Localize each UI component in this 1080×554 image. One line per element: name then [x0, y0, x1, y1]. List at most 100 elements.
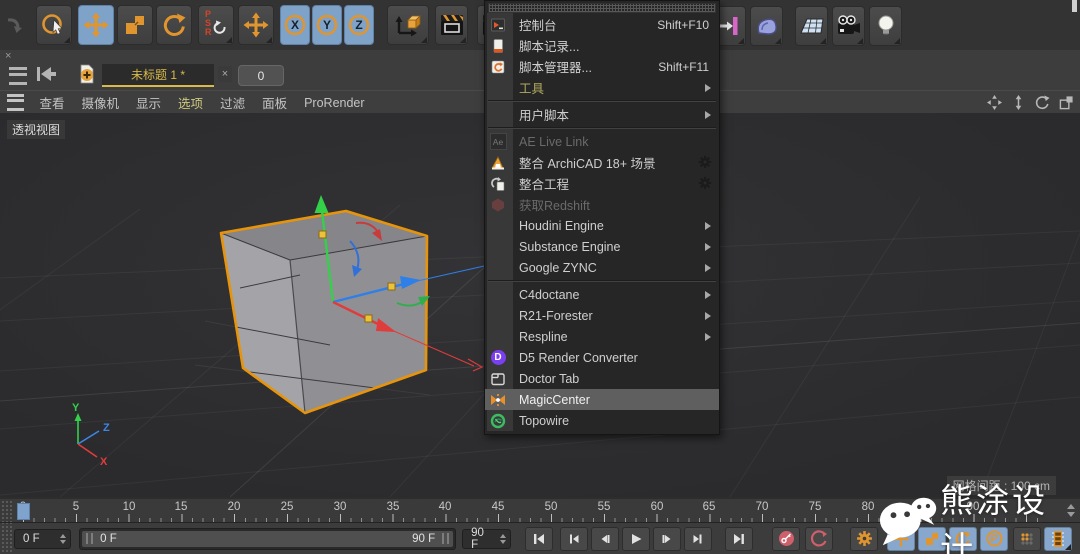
menu-display[interactable]: 显示 [136, 93, 161, 112]
frame-counter-field[interactable]: 0 [238, 65, 284, 86]
last-tool-move-button[interactable] [238, 5, 274, 45]
arrow-to-edge-icon [719, 17, 737, 35]
merge-project-icon [491, 176, 505, 191]
menu-item-c4doctane[interactable]: C4doctane [485, 284, 719, 305]
gear-icon [698, 176, 712, 190]
coordinate-system-button[interactable] [387, 5, 429, 45]
submenu-arrow-icon [705, 291, 711, 299]
submenu-arrow-icon [705, 243, 711, 251]
viewport-name-label: 透视视图 [7, 120, 66, 139]
back-arrow-button[interactable] [34, 64, 58, 89]
camera-button[interactable] [832, 6, 865, 46]
world-axis-triad: Y Z X [72, 402, 110, 468]
goto-start-button[interactable] [525, 526, 553, 551]
keying-settings-button[interactable] [850, 526, 878, 551]
rotate-tool-button[interactable] [156, 5, 192, 45]
floor-grid-icon [799, 18, 824, 34]
z-axis-lock-button[interactable]: Z [344, 5, 374, 45]
panel-close-button[interactable]: × [5, 50, 11, 62]
preview-range-slider[interactable]: 0 F 90 F [79, 527, 457, 550]
menu-item-magic-center[interactable]: MagicCenter [485, 389, 719, 410]
menu-item-script-manager[interactable]: 脚本管理器... Shift+F11 [485, 56, 719, 77]
menu-options[interactable]: 选项 [178, 93, 203, 112]
menu-item-ae-live-link[interactable]: Ae AE Live Link [485, 131, 719, 152]
record-key-icon [778, 531, 794, 546]
menu-view[interactable]: 查看 [40, 93, 65, 112]
svg-text:Z: Z [103, 422, 110, 434]
cube-object[interactable] [194, 209, 431, 415]
scale-tool-icon [126, 16, 144, 34]
render-view-button[interactable] [435, 5, 468, 45]
frame-spinner[interactable] [54, 533, 67, 544]
menu-item-archicad[interactable]: 整合 ArchiCAD 18+ 场景 [485, 152, 719, 173]
c4d-window: PSR X Y Z × 未标题 1 * × 0 查看 摄像机 显示 选项 过滤 … [0, 0, 1080, 554]
archicad-icon [491, 155, 504, 169]
previous-frame-button[interactable] [591, 526, 619, 551]
record-keyframe-button[interactable] [772, 526, 800, 551]
menu-item-d5-render-converter[interactable]: D D5 Render Converter [485, 347, 719, 368]
goto-end-icon [734, 533, 744, 544]
scale-tool-button[interactable] [117, 5, 153, 45]
menu-item-doctor-tab[interactable]: Doctor Tab [485, 368, 719, 389]
live-selection-button[interactable] [36, 5, 72, 45]
rotate-view-icon[interactable] [1035, 95, 1050, 110]
menu-tearoff-strip[interactable] [488, 3, 716, 13]
menu-item-topowire[interactable]: Topowire [485, 410, 719, 431]
menu-filter[interactable]: 过滤 [220, 93, 245, 112]
zoom-view-icon[interactable] [1011, 95, 1026, 110]
menu-item-substance-engine[interactable]: Substance Engine [485, 236, 719, 257]
rotate-tool-icon [163, 13, 186, 36]
menu-item-script-log[interactable]: 脚本记录... [485, 35, 719, 56]
watermark-text: 熊涂设计 [940, 482, 1049, 554]
menu-item-r21-forester[interactable]: R21-Forester [485, 305, 719, 326]
new-document-button[interactable] [76, 63, 98, 90]
menu-panel[interactable]: 面板 [262, 93, 287, 112]
floor-environment-button[interactable] [795, 6, 828, 46]
menu-item-google-zync[interactable]: Google ZYNC [485, 257, 719, 278]
menu-item-get-redshift[interactable]: 获取Redshift [485, 194, 719, 215]
menu-cameras[interactable]: 摄像机 [82, 93, 120, 112]
menu-item-merge-project[interactable]: 整合工程 [485, 173, 719, 194]
menu-item-houdini-engine[interactable]: Houdini Engine [485, 215, 719, 236]
timeline-grip[interactable] [0, 499, 12, 524]
next-key-button[interactable] [684, 526, 712, 551]
menu-item-respline[interactable]: Respline [485, 326, 719, 347]
ae-live-link-icon: Ae [489, 133, 507, 150]
menu-item-tools[interactable]: 工具 [485, 77, 719, 98]
range-bar[interactable]: 0 F 90 F [82, 530, 454, 547]
y-axis-lock-button[interactable]: Y [312, 5, 342, 45]
undo-button[interactable] [2, 5, 30, 45]
light-button[interactable] [869, 6, 902, 46]
menu-item-console[interactable]: 控制台 Shift+F10 [485, 14, 719, 35]
document-tab[interactable]: 未标题 1 * [102, 64, 214, 87]
viewport-menu-icon[interactable] [7, 94, 24, 111]
previous-key-button[interactable] [560, 526, 588, 551]
pan-view-icon[interactable] [987, 95, 1002, 110]
psr-keyframe-button[interactable]: PSR [198, 5, 234, 45]
current-frame-field[interactable]: 0 F [14, 528, 72, 549]
end-frame-field[interactable]: 90 F [462, 527, 511, 551]
back-arrow-icon [37, 67, 56, 81]
menu-item-user-scripts[interactable]: 用户脚本 [485, 104, 719, 125]
timeline-playhead[interactable] [17, 503, 30, 520]
move-tool-button[interactable] [78, 5, 114, 45]
autokey-icon [810, 530, 827, 547]
bottombar-grip[interactable] [0, 523, 12, 554]
menu-prorender[interactable]: ProRender [304, 96, 364, 110]
goto-start-icon [534, 533, 544, 544]
sculpt-tool-button[interactable] [750, 6, 783, 46]
goto-end-button[interactable] [725, 526, 753, 551]
d5-render-icon: D [490, 350, 506, 365]
tab-close-button[interactable]: × [218, 66, 232, 82]
play-button[interactable] [622, 526, 650, 551]
light-bulb-icon [878, 15, 893, 35]
x-axis-lock-button[interactable]: X [280, 5, 310, 45]
layout-menu-icon[interactable] [9, 67, 27, 85]
range-end-cap[interactable] [442, 533, 450, 544]
autokey-button[interactable] [805, 526, 833, 551]
next-frame-button[interactable] [653, 526, 681, 551]
wechat-logo-icon [879, 497, 937, 546]
frame-spinner[interactable] [494, 533, 506, 544]
range-start-cap[interactable] [86, 533, 94, 544]
toggle-view-icon[interactable] [1059, 95, 1074, 110]
